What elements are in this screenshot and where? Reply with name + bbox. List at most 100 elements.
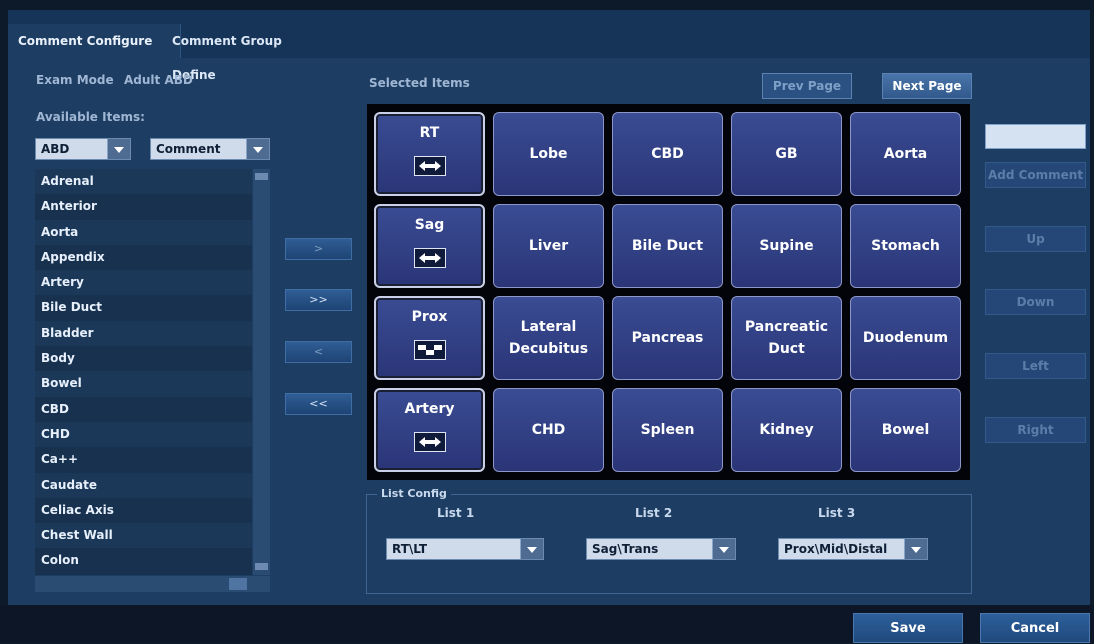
list-item[interactable]: Anterior [35,194,252,220]
down-button[interactable]: Down [985,289,1086,315]
tile-label: GB [775,146,798,162]
list-item[interactable]: Artery [35,270,252,296]
segment-icon [413,340,446,360]
tab-comment-configure[interactable]: Comment Configure [8,24,181,58]
tile-label: Stomach [871,238,940,254]
left-button[interactable]: Left [985,353,1086,379]
add-one-button[interactable]: > [285,238,352,260]
comment-tile[interactable]: CHD [493,388,604,472]
list-group-tile[interactable]: Prox [374,296,485,380]
comment-tile[interactable]: Supine [731,204,842,288]
tab-comment-group-define[interactable]: Comment Group Define [162,24,332,82]
exam-mode-label: Exam Mode [36,73,114,87]
add-all-button[interactable]: >> [285,289,352,311]
tile-label: Liver [528,238,569,254]
scroll-down-icon[interactable] [255,563,268,570]
comment-tile[interactable]: Bowel [850,388,961,472]
comment-tile[interactable]: Pancreatic Duct [731,296,842,380]
cancel-button[interactable]: Cancel [980,613,1090,643]
chevron-down-icon [107,139,130,159]
swap-arrows-icon [413,432,446,452]
tile-label: CHD [531,422,566,438]
add-comment-button[interactable]: Add Comment [985,162,1086,188]
comment-tile[interactable]: Bile Duct [612,204,723,288]
list-group-tile[interactable]: RT [374,112,485,196]
list-item[interactable]: Bile Duct [35,295,252,321]
list-1-select[interactable]: RT\LT [386,538,544,560]
tile-label: Bowel [881,422,930,438]
swap-arrows-icon [413,248,446,268]
list-item[interactable]: Body [35,346,252,372]
next-page-button[interactable]: Next Page [882,73,972,99]
tile-label: Duodenum [862,330,949,346]
comment-tile[interactable]: GB [731,112,842,196]
chevron-down-icon [246,139,269,159]
tile-label: Pancreas [631,330,704,346]
tile-label: CBD [651,146,684,162]
remove-one-button[interactable]: < [285,341,352,363]
list-3-value: Prox\Mid\Distal [784,542,888,556]
list-group-tile[interactable]: Sag [374,204,485,288]
list-item[interactable]: Colon [35,548,252,574]
available-items-list[interactable]: Adrenal Anterior Aorta Appendix Artery Bile D… [35,169,252,575]
exam-mode-value: Adult ABD [124,73,193,87]
selected-items-label: Selected Items [369,76,470,90]
scroll-up-icon[interactable] [255,173,268,180]
comment-tile[interactable]: CBD [612,112,723,196]
tile-label: Lobe [529,146,568,162]
list-config-legend: List Config [377,487,451,500]
comment-tile[interactable]: Aorta [850,112,961,196]
list-item[interactable]: Celiac Axis [35,497,252,524]
chevron-down-icon [904,539,927,559]
category-select-value: ABD [41,142,70,156]
tile-label: Kidney [759,422,814,438]
list-item[interactable]: Caudate [35,472,252,498]
scroll-arrows-icon[interactable] [229,578,247,590]
list-item[interactable]: Ca++ [35,447,252,473]
comment-tile[interactable]: Lateral Decubitus [493,296,604,380]
comment-tile[interactable]: Duodenum [850,296,961,380]
right-button[interactable]: Right [985,417,1086,443]
type-select[interactable]: Comment [150,138,270,160]
add-comment-input[interactable] [985,124,1086,149]
tile-label: Pancreatic Duct [744,319,829,357]
list-item[interactable]: Bowel [35,371,252,397]
comment-tile[interactable]: Kidney [731,388,842,472]
tile-label: Prox [411,309,448,325]
tile-label: Lateral Decubitus [508,319,589,357]
list-item[interactable]: Bladder [35,320,252,347]
comment-tile[interactable]: Pancreas [612,296,723,380]
list-item[interactable]: Chest Wall [35,523,252,549]
chevron-down-icon [712,539,735,559]
swap-arrows-icon [413,156,446,176]
comment-tile[interactable]: Stomach [850,204,961,288]
comment-tile[interactable]: Spleen [612,388,723,472]
list-3-select[interactable]: Prox\Mid\Distal [778,538,928,560]
comment-tile[interactable]: Liver [493,204,604,288]
list-3-header: List 3 [818,506,856,520]
category-select[interactable]: ABD [35,138,131,160]
horizontal-scrollbar[interactable] [35,576,270,592]
prev-page-button[interactable]: Prev Page [762,73,852,99]
list-item[interactable]: Aorta [35,219,252,245]
selected-items-grid: RT Lobe CBD GB Aorta Sag Liver Bile Duct Supine S… [367,104,970,480]
comment-tile[interactable]: Lobe [493,112,604,196]
list-2-select[interactable]: Sag\Trans [586,538,736,560]
vertical-scrollbar[interactable] [253,169,270,575]
chevron-down-icon [520,539,543,559]
list-item[interactable]: CHD [35,421,252,448]
tile-label: Bile Duct [631,238,704,254]
list-group-tile[interactable]: Artery [374,388,485,472]
up-button[interactable]: Up [985,226,1086,252]
tile-label: Spleen [640,422,695,438]
list-item[interactable]: CBD [35,396,252,422]
list-2-header: List 2 [635,506,673,520]
list-item[interactable]: Adrenal [35,169,252,195]
list-1-value: RT\LT [392,542,428,556]
tile-label: Sag [414,217,445,233]
remove-all-button[interactable]: << [285,393,352,415]
tile-label: Artery [404,401,455,417]
type-select-value: Comment [156,142,221,156]
list-item[interactable]: Appendix [35,244,252,271]
save-button[interactable]: Save [853,613,963,643]
